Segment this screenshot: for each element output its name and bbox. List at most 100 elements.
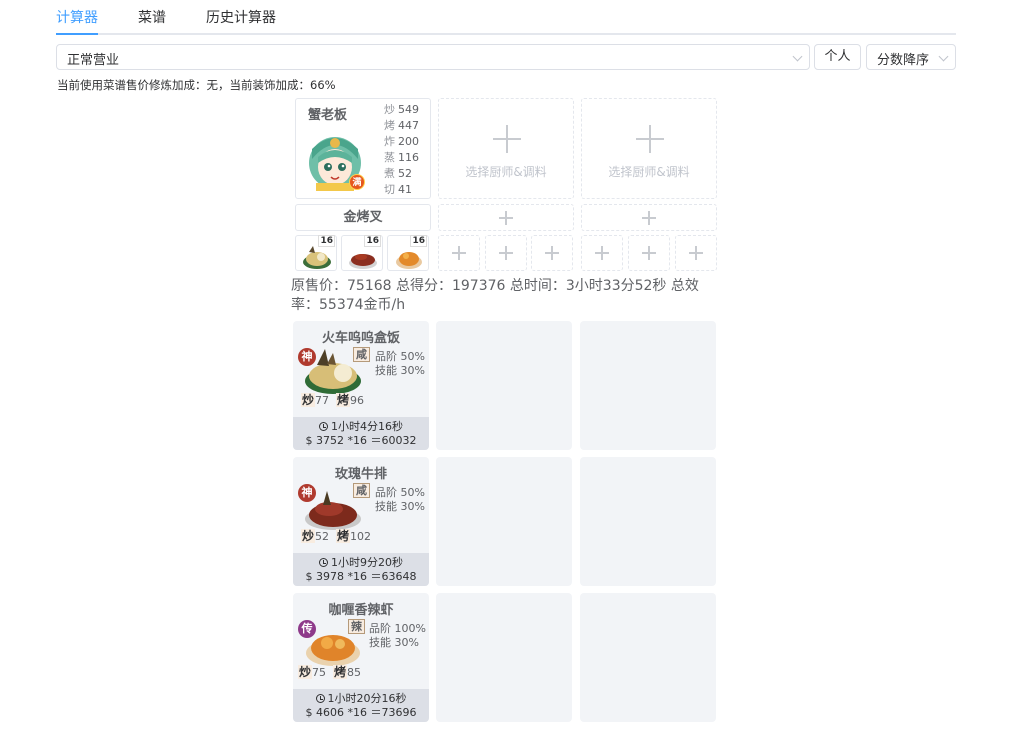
flavor-tag: 咸 [353,483,370,498]
flavor-tag: 辣 [348,619,365,634]
rarity-badge: 传 [298,620,316,638]
empty-dish-card [436,457,572,586]
dish-card[interactable]: 咖喱香辣虾 传 辣 品阶 100% 技能 30% 炒75 烤85 1小时20分1… [293,593,429,722]
dish-title: 火车呜呜盒饭 [321,331,400,346]
dish-rates: 品阶 50% 技能 30% [375,350,425,378]
dish-price-calc: $ 3752 *16 ＝60032 [305,434,417,447]
recipe-qty: 16 [410,235,427,247]
recipe-slot-7[interactable] [581,235,623,271]
dish-time: 1小时20分16秒 [327,692,407,705]
skill-steam: 蒸 116 [384,151,419,164]
dish-price-calc: $ 4606 *16 ＝73696 [305,706,417,719]
empty-dish-card [436,321,572,450]
chef-card[interactable]: 蟹老板 满 炒 549 烤 447 炸 200 蒸 116 煮 52 切 41 [295,98,431,199]
tab-recipes-label: 菜谱 [138,10,166,26]
rarity-badge: 神 [298,484,316,502]
select-chef-slot-3[interactable]: 选择厨师&调料 [581,98,717,199]
dish-title: 咖喱香辣虾 [328,603,394,618]
dish-footer: 1小时20分16秒 $ 4606 *16 ＝73696 [293,689,429,722]
recipe-slot-9[interactable] [675,235,717,271]
dish-time: 1小时9分20秒 [331,556,403,569]
summary-line-2: 率：55374金币/h [291,297,406,313]
mode-select[interactable]: 正常营业 [56,44,810,70]
personal-button[interactable]: 个人 [814,44,861,70]
rarity-badge: 神 [298,348,316,366]
clock-icon [315,694,325,703]
recipe-slot-5[interactable] [485,235,527,271]
skill-rate: 技能 30% [375,500,425,513]
max-level-badge: 满 [349,174,365,190]
recipe-slot-2[interactable]: 16 [341,235,383,271]
clock-icon [319,558,328,567]
select-chef-label: 选择厨师&调料 [608,165,690,179]
empty-dish-card [436,593,572,722]
skill-fry: 炸 200 [384,135,419,148]
bonus-info-text: 当前使用菜谱售价修炼加成：无，当前装饰加成：66% [57,78,336,92]
dish-price-calc: $ 3978 *16 ＝63648 [305,570,417,583]
recipe-qty: 16 [318,235,335,247]
recipe-slot-3[interactable]: 16 [387,235,429,271]
recipe-qty: 16 [364,235,381,247]
recipe-slot-4[interactable] [438,235,480,271]
plus-icon [493,125,521,153]
tab-history-label: 历史计算器 [206,10,276,26]
bento-dish-icon [303,246,331,269]
plus-icon [689,246,703,260]
empty-dish-card [580,321,716,450]
mode-select-value: 正常营业 [67,53,120,68]
dish-card[interactable]: 玫瑰牛排 神 咸 品阶 50% 技能 30% 炒52 烤102 1小时9分20秒… [293,457,429,586]
recipe-slot-8[interactable] [628,235,670,271]
recipe-slot-1[interactable]: 16 [295,235,337,271]
dish-requirements: 炒52 烤102 [301,529,372,543]
plus-icon [636,125,664,153]
steak-dish-icon [349,254,377,269]
plus-icon [499,246,513,260]
clock-icon [319,422,328,431]
plus-icon [545,246,559,260]
dish-rates: 品阶 50% 技能 30% [375,486,425,514]
dish-card[interactable]: 火车呜呜盒饭 神 咸 品阶 50% 技能 30% 炒77 烤96 1小时4分16… [293,321,429,450]
dish-rates: 品阶 100% 技能 30% [369,622,426,650]
plus-icon [452,246,466,260]
tab-calculator-label: 计算器 [56,10,98,26]
recipe-slot-6[interactable] [531,235,573,271]
grade-rate: 品阶 50% [375,350,425,363]
equipment-slot-3[interactable] [581,204,717,231]
tab-calculator[interactable]: 计算器 [56,7,98,27]
dish-footer: 1小时4分16秒 $ 3752 *16 ＝60032 [293,417,429,450]
chef-skill-list: 炒 549 烤 447 炸 200 蒸 116 煮 52 切 41 [384,102,419,198]
skill-rate: 技能 30% [369,636,419,649]
skill-roast: 烤 447 [384,119,419,132]
chef-name: 蟹老板 [308,108,348,123]
sort-select-value: 分数降序 [877,53,930,68]
select-chef-slot-2[interactable]: 选择厨师&调料 [438,98,574,199]
calculator-tabs: 计算器 菜谱 历史计算器 [56,0,956,35]
plus-icon [642,210,656,225]
sort-select[interactable]: 分数降序 [866,44,956,70]
empty-dish-card [580,457,716,586]
summary-line-1: 原售价：75168 总得分：197376 总时间：3小时33分52秒 总效 [291,278,699,294]
equipment-slot-1[interactable]: 金烤叉 [295,204,431,231]
dish-requirements: 炒75 烤85 [298,665,362,679]
skill-cut: 切 41 [384,183,412,196]
flavor-tag: 咸 [353,347,370,362]
plus-icon [595,246,609,260]
grade-rate: 品阶 50% [375,486,425,499]
skill-boil: 煮 52 [384,167,412,180]
select-chef-label: 选择厨师&调料 [465,165,547,179]
chevron-down-icon [792,51,803,62]
active-tab-indicator [56,33,98,35]
plus-icon [642,246,656,260]
dish-footer: 1小时9分20秒 $ 3978 *16 ＝63648 [293,553,429,586]
grade-rate: 品阶 100% [369,622,426,635]
empty-dish-card [580,593,716,722]
tab-recipes[interactable]: 菜谱 [138,7,166,27]
dish-time: 1小时4分16秒 [331,420,403,433]
dish-requirements: 炒77 烤96 [301,393,365,407]
plus-icon [499,210,513,225]
equipment-slot-2[interactable] [438,204,574,231]
tab-history-calculator[interactable]: 历史计算器 [206,7,276,27]
chevron-down-icon [938,51,949,62]
skill-stir-fry: 炒 549 [384,103,419,116]
skill-rate: 技能 30% [375,364,425,377]
